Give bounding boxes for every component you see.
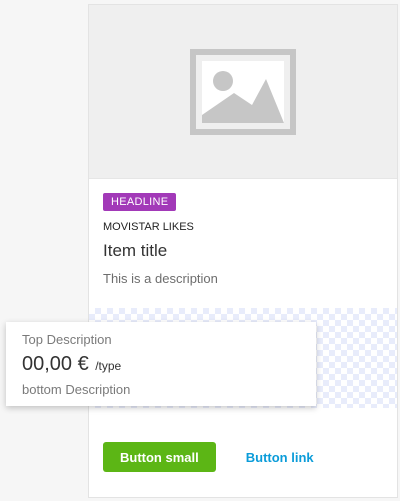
top-description: Top Description [22,332,112,347]
price-row: 00,00 € /type [22,353,300,377]
media-area [89,5,397,179]
price-amount: 00,00 € [22,353,89,375]
bottom-description: bottom Description [22,382,131,397]
item-description: This is a description [103,271,218,286]
item-title: Item title [103,241,168,260]
product-card: HEADLINE MOVISTAR LIKES Item title This … [88,4,398,498]
price-panel: Top Description 00,00 € /type bottom Des… [6,322,316,406]
price-unit: /type [95,359,122,373]
card-content: HEADLINE MOVISTAR LIKES Item title This … [103,192,383,287]
button-link[interactable]: Button link [246,450,314,465]
card-actions: Button small Button link [103,442,383,472]
image-placeholder-icon [190,48,296,135]
pre-title: MOVISTAR LIKES [103,221,194,233]
headline-tag: HEADLINE [103,193,177,211]
button-small[interactable]: Button small [103,442,216,472]
